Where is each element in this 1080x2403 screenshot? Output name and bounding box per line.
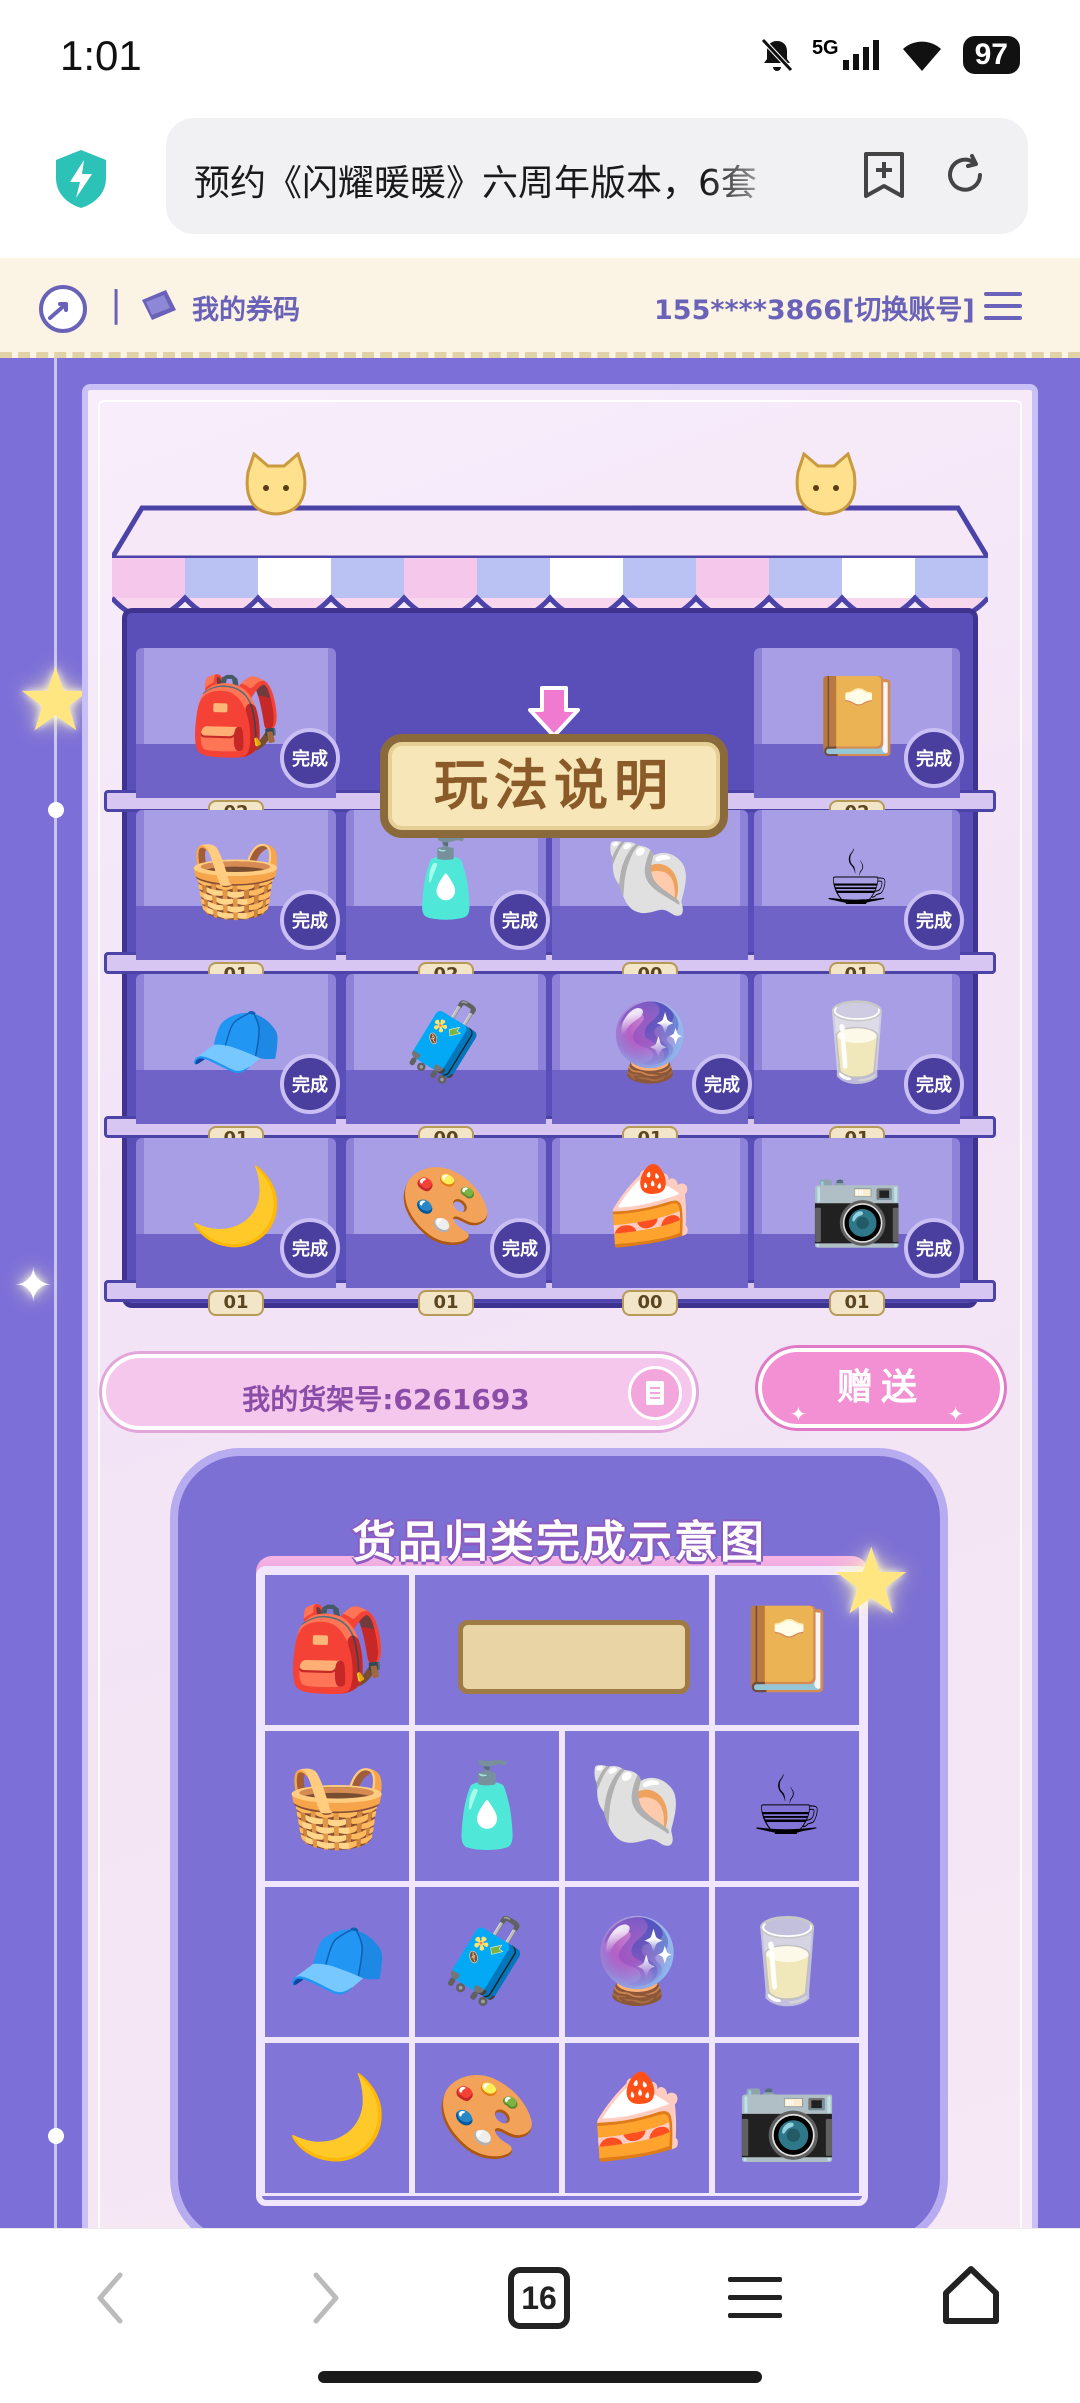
sparkle-icon: ✦ [790,1402,815,1426]
browser-toolbar: 预约《闪耀暖暖》六周年版本，6套 [0,118,1080,258]
done-badge: 完成 [904,1054,964,1114]
shelf-item-icon: 🐚 [602,833,698,922]
coupon-icon[interactable] [136,286,180,324]
item-count-tag: 01 [829,1290,885,1316]
shelf-slot[interactable]: 🧳 [346,974,546,1124]
example-slot: 🍰 [562,2040,712,2196]
item-count-tag: 01 [208,1290,264,1316]
done-badge: 完成 [280,890,340,950]
shelf-slot[interactable]: 🥛 完成 [754,974,964,1124]
wifi-icon [902,41,941,71]
page-title: 预约《闪耀暖暖》六周年版本，6套 [194,163,757,204]
status-bar: 1:01 5G 97 [0,0,1080,118]
timeline-dot [48,2128,64,2144]
copy-button[interactable] [628,1366,682,1420]
shelf-slot[interactable]: 🔮 完成 [552,974,752,1124]
rules-button[interactable]: 玩法说明 [380,734,728,838]
shelf-slot[interactable]: 📷 完成 [754,1138,964,1288]
cat-mascot-left [245,452,307,516]
shelf-number: 我的货架号:6261693 [242,1383,530,1416]
shield-icon[interactable] [52,148,110,210]
example-slot: 🔮 [562,1884,712,2040]
example-slot: 📷 [712,2040,862,2196]
gift-button[interactable]: ✦ 赠送 ✦ [758,1348,1004,1428]
gift-button-label: 赠送 [836,1367,925,1408]
shelf-slot[interactable]: 🌙 完成 [136,1138,340,1288]
example-slot: 🥛 [712,1884,862,2040]
done-badge: 完成 [490,890,550,950]
bookmark-add-icon[interactable] [862,150,906,200]
home-icon[interactable] [938,2263,1004,2329]
shelf-slot[interactable]: 🧢 完成 [136,974,340,1124]
shelf-slot[interactable]: 🍰 [552,1138,748,1288]
done-badge: 完成 [490,1218,550,1278]
event-page: ★ ✦ 🎒 完成 📔 完成 🧺 完成 🧴 完成 🐚 ☕ 完成 🧢 完成 🧳 🔮 … [0,358,1080,2228]
nav-separator: | [110,284,123,325]
example-diagram-title: 货品归类完成示意图 [352,1517,766,1568]
tabs-button[interactable]: 16 [508,2267,570,2329]
cat-mascot-right [795,452,857,516]
shelf-item-icon: 🍰 [602,1161,698,1250]
timeline-dot [48,802,64,818]
example-slot: 🧢 [262,1884,412,2040]
done-badge: 完成 [904,1218,964,1278]
example-slot: 🎒 [262,1572,412,1728]
example-slot: 🧴 [412,1728,562,1884]
done-badge: 完成 [280,728,340,788]
reload-icon[interactable] [942,152,988,198]
done-badge: 完成 [904,890,964,950]
shelf-slot[interactable]: 📔 完成 [754,648,964,798]
account-switch-link[interactable]: 155****3866[切换账号] [654,288,975,327]
battery-level: 97 [962,36,1020,74]
example-slot: 🌙 [262,2040,412,2196]
my-coupon-link[interactable]: 我的券码 [192,288,300,327]
item-count-tag: 01 [418,1290,474,1316]
shelf-slot[interactable]: 🧺 完成 [136,810,340,960]
example-slot: 🎨 [412,2040,562,2196]
signal-icon [842,40,879,70]
shelf-slot[interactable]: ☕ 完成 [754,810,964,960]
network-label: 5G [811,36,839,59]
example-slot: ☕ [712,1728,862,1884]
sparkle-decoration: ✦ [14,1258,53,1312]
arrow-down-icon [528,686,580,738]
rules-plate-placeholder [458,1620,690,1694]
shelf-item-icon: 🧳 [398,997,494,1086]
browser-bottom-nav: 16 [0,2228,1080,2403]
shelf-slot[interactable]: 🎒 完成 [136,648,340,798]
address-bar[interactable]: 预约《闪耀暖暖》六周年版本，6套 [166,118,1028,234]
forward-icon[interactable] [306,2265,346,2331]
bell-off-icon [761,38,793,72]
done-badge: 完成 [280,1054,340,1114]
site-logo-icon[interactable] [36,282,90,336]
shelf-slot[interactable]: 🎨 完成 [346,1138,550,1288]
example-slot: 🧳 [412,1884,562,2040]
star-decoration: ★ [830,1528,913,1635]
done-badge: 完成 [904,728,964,788]
sparkle-icon: ✦ [947,1402,972,1426]
home-indicator[interactable] [318,2371,762,2383]
done-badge: 完成 [692,1054,752,1114]
item-count-tag: 00 [622,1290,678,1316]
done-badge: 完成 [280,1218,340,1278]
example-diagram-grid: 🎒 📔 🧺 🧴 🐚 ☕ 🧢 🧳 🔮 🥛 🌙 🎨 🍰 📷 [256,1566,868,2206]
hamburger-menu-icon[interactable] [982,288,1024,324]
goods-shelf: 🎒完成02📔完成02🧺完成01🧴完成02🐚00☕完成01🧢完成01🧳00🔮完成0… [102,452,998,1318]
site-header: | 我的券码 155****3866[切换账号] [0,258,1080,358]
status-icons: 5G 97 [760,36,1020,74]
menu-icon[interactable] [728,2273,782,2323]
back-icon[interactable] [90,2265,130,2331]
shelf-number-bar: 我的货架号:6261693 [102,1354,696,1430]
example-slot: 🧺 [262,1728,412,1884]
copy-icon [646,1381,664,1405]
status-time: 1:01 [60,32,142,79]
example-slot: 🐚 [562,1728,712,1884]
